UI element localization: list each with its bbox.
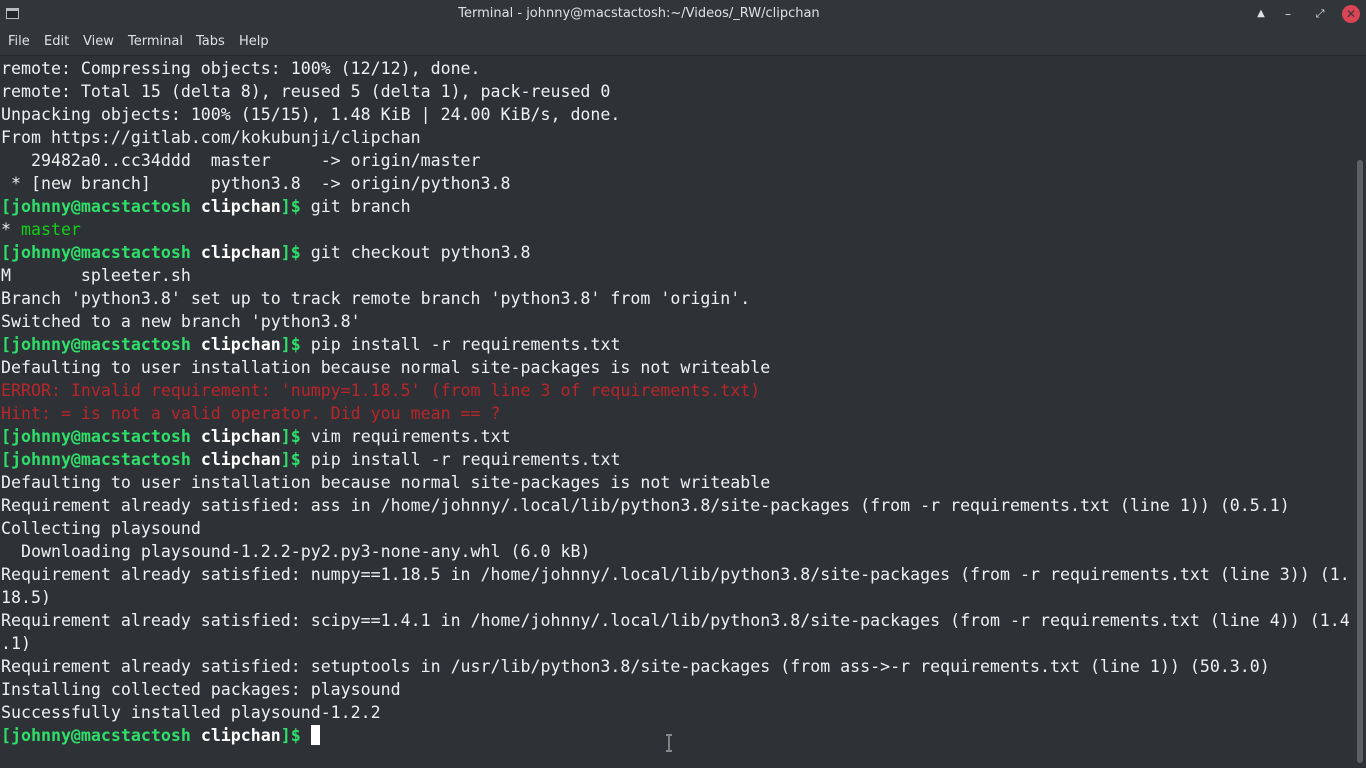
command-text: vim requirements.txt (310, 427, 511, 446)
output-text: Branch 'python3.8' set up to track remot… (1, 289, 751, 308)
terminal-line: Requirement already satisfied: numpy==1.… (1, 563, 1351, 586)
terminal-area[interactable]: remote: Compressing objects: 100% (12/12… (0, 57, 1366, 768)
terminal-line: 18.5) (1, 586, 1351, 609)
terminal-line: [johnny@macstactosh clipchan]$ (1, 724, 1351, 747)
terminal-line: M spleeter.sh (1, 264, 1351, 287)
output-text: 29482a0..cc34ddd master -> origin/master (1, 151, 481, 170)
output-text: remote: Compressing objects: 100% (12/12… (1, 59, 481, 78)
text-cursor (310, 725, 320, 745)
output-text: Downloading playsound-1.2.2-py2.py3-none… (1, 542, 591, 561)
terminal-line: ERROR: Invalid requirement: 'numpy=1.18.… (1, 379, 1351, 402)
prompt-symbol: ]$ (280, 243, 301, 262)
terminal-line: 29482a0..cc34ddd master -> origin/master (1, 149, 1351, 172)
output-text: * [new branch] python3.8 -> origin/pytho… (1, 174, 511, 193)
terminal-line: From https://gitlab.com/kokubunji/clipch… (1, 126, 1351, 149)
command-text: git checkout python3.8 (310, 243, 531, 262)
menu-tabs[interactable]: Tabs (196, 28, 225, 56)
maximize-button[interactable]: ⤢ (1310, 4, 1330, 24)
vertical-scrollbar[interactable] (1354, 57, 1366, 768)
output-text: Requirement already satisfied: scipy==1.… (1, 611, 1350, 630)
output-text: Requirement already satisfied: ass in /h… (1, 496, 1290, 515)
prompt-directory: clipchan (200, 726, 281, 745)
prompt-user-host: [johnny@macstactosh (1, 427, 191, 446)
prompt-symbol: ]$ (280, 197, 301, 216)
terminal-line: Defaulting to user installation because … (1, 356, 1351, 379)
text-cursor-icon (666, 734, 672, 752)
terminal-output: remote: Compressing objects: 100% (12/12… (1, 57, 1351, 747)
prompt-user-host: [johnny@macstactosh (1, 450, 191, 469)
terminal-line: * [new branch] python3.8 -> origin/pytho… (1, 172, 1351, 195)
prompt-symbol: ]$ (280, 335, 301, 354)
terminal-line: Successfully installed playsound-1.2.2 (1, 701, 1351, 724)
terminal-line: remote: Compressing objects: 100% (12/12… (1, 57, 1351, 80)
prompt-directory: clipchan (200, 243, 281, 262)
menu-file[interactable]: File (8, 28, 30, 56)
close-button[interactable]: ✕ (1342, 5, 1360, 23)
error-text: ERROR: Invalid requirement: 'numpy=1.18.… (1, 381, 761, 400)
terminal-line: .1) (1, 632, 1351, 655)
prompt-symbol: ]$ (280, 427, 301, 446)
output-text: Switched to a new branch 'python3.8' (1, 312, 361, 331)
output-text: From https://gitlab.com/kokubunji/clipch… (1, 128, 421, 147)
output-text: Defaulting to user installation because … (1, 473, 771, 492)
menu-view[interactable]: View (83, 28, 114, 56)
output-text: Unpacking objects: 100% (15/15), 1.48 Ki… (1, 105, 621, 124)
menu-help[interactable]: Help (239, 28, 269, 56)
terminal-line: Collecting playsound (1, 517, 1351, 540)
prompt-symbol: ]$ (280, 450, 301, 469)
output-text: Requirement already satisfied: numpy==1.… (1, 565, 1350, 584)
terminal-line: Requirement already satisfied: setuptool… (1, 655, 1351, 678)
prompt-user-host: [johnny@macstactosh (1, 197, 191, 216)
prompt-directory: clipchan (200, 427, 281, 446)
terminal-line: [johnny@macstactosh clipchan]$ git check… (1, 241, 1351, 264)
branch-marker: * (1, 220, 21, 239)
terminal-window: Terminal - johnny@macstactosh:~/Videos/_… (0, 0, 1366, 768)
terminal-line: [johnny@macstactosh clipchan]$ pip insta… (1, 333, 1351, 356)
output-text: .1) (1, 634, 31, 653)
terminal-line: Branch 'python3.8' set up to track remot… (1, 287, 1351, 310)
minimize-button[interactable]: – (1278, 4, 1298, 24)
current-branch: master (20, 220, 81, 239)
command-text: git branch (310, 197, 411, 216)
scrollbar-thumb[interactable] (1357, 160, 1363, 763)
prompt-user-host: [johnny@macstactosh (1, 726, 191, 745)
command-text: pip install -r requirements.txt (310, 450, 621, 469)
prompt-user-host: [johnny@macstactosh (1, 243, 191, 262)
terminal-line: Requirement already satisfied: scipy==1.… (1, 609, 1351, 632)
menu-terminal[interactable]: Terminal (128, 28, 183, 56)
terminal-line: Switched to a new branch 'python3.8' (1, 310, 1351, 333)
terminal-line: * master (1, 218, 1351, 241)
command-text: pip install -r requirements.txt (310, 335, 621, 354)
terminal-line: [johnny@macstactosh clipchan]$ pip insta… (1, 448, 1351, 471)
output-text: Installing collected packages: playsound (1, 680, 401, 699)
menu-bar: File Edit View Terminal Tabs Help (0, 28, 1366, 56)
output-text: 18.5) (1, 588, 51, 607)
terminal-line: [johnny@macstactosh clipchan]$ git branc… (1, 195, 1351, 218)
prompt-user-host: [johnny@macstactosh (1, 335, 191, 354)
terminal-line: Requirement already satisfied: ass in /h… (1, 494, 1351, 517)
terminal-line: Installing collected packages: playsound (1, 678, 1351, 701)
output-text: Successfully installed playsound-1.2.2 (1, 703, 381, 722)
output-text: Defaulting to user installation because … (1, 358, 771, 377)
output-text: Collecting playsound (1, 519, 201, 538)
keep-above-button[interactable]: ▲ (1251, 4, 1271, 24)
title-bar[interactable]: Terminal - johnny@macstactosh:~/Videos/_… (0, 0, 1366, 28)
window-title: Terminal - johnny@macstactosh:~/Videos/_… (458, 6, 820, 21)
terminal-line: [johnny@macstactosh clipchan]$ vim requi… (1, 425, 1351, 448)
error-text: Hint: = is not a valid operator. Did you… (1, 404, 501, 423)
menu-edit[interactable]: Edit (44, 28, 69, 56)
terminal-line: Downloading playsound-1.2.2-py2.py3-none… (1, 540, 1351, 563)
terminal-line: Unpacking objects: 100% (15/15), 1.48 Ki… (1, 103, 1351, 126)
terminal-line: Defaulting to user installation because … (1, 471, 1351, 494)
output-text: M spleeter.sh (1, 266, 191, 285)
output-text: remote: Total 15 (delta 8), reused 5 (de… (1, 82, 611, 101)
prompt-directory: clipchan (200, 335, 281, 354)
prompt-directory: clipchan (200, 450, 281, 469)
terminal-line: Hint: = is not a valid operator. Did you… (1, 402, 1351, 425)
terminal-line: remote: Total 15 (delta 8), reused 5 (de… (1, 80, 1351, 103)
prompt-directory: clipchan (200, 197, 281, 216)
output-text: Requirement already satisfied: setuptool… (1, 657, 1270, 676)
prompt-symbol: ]$ (280, 726, 301, 745)
